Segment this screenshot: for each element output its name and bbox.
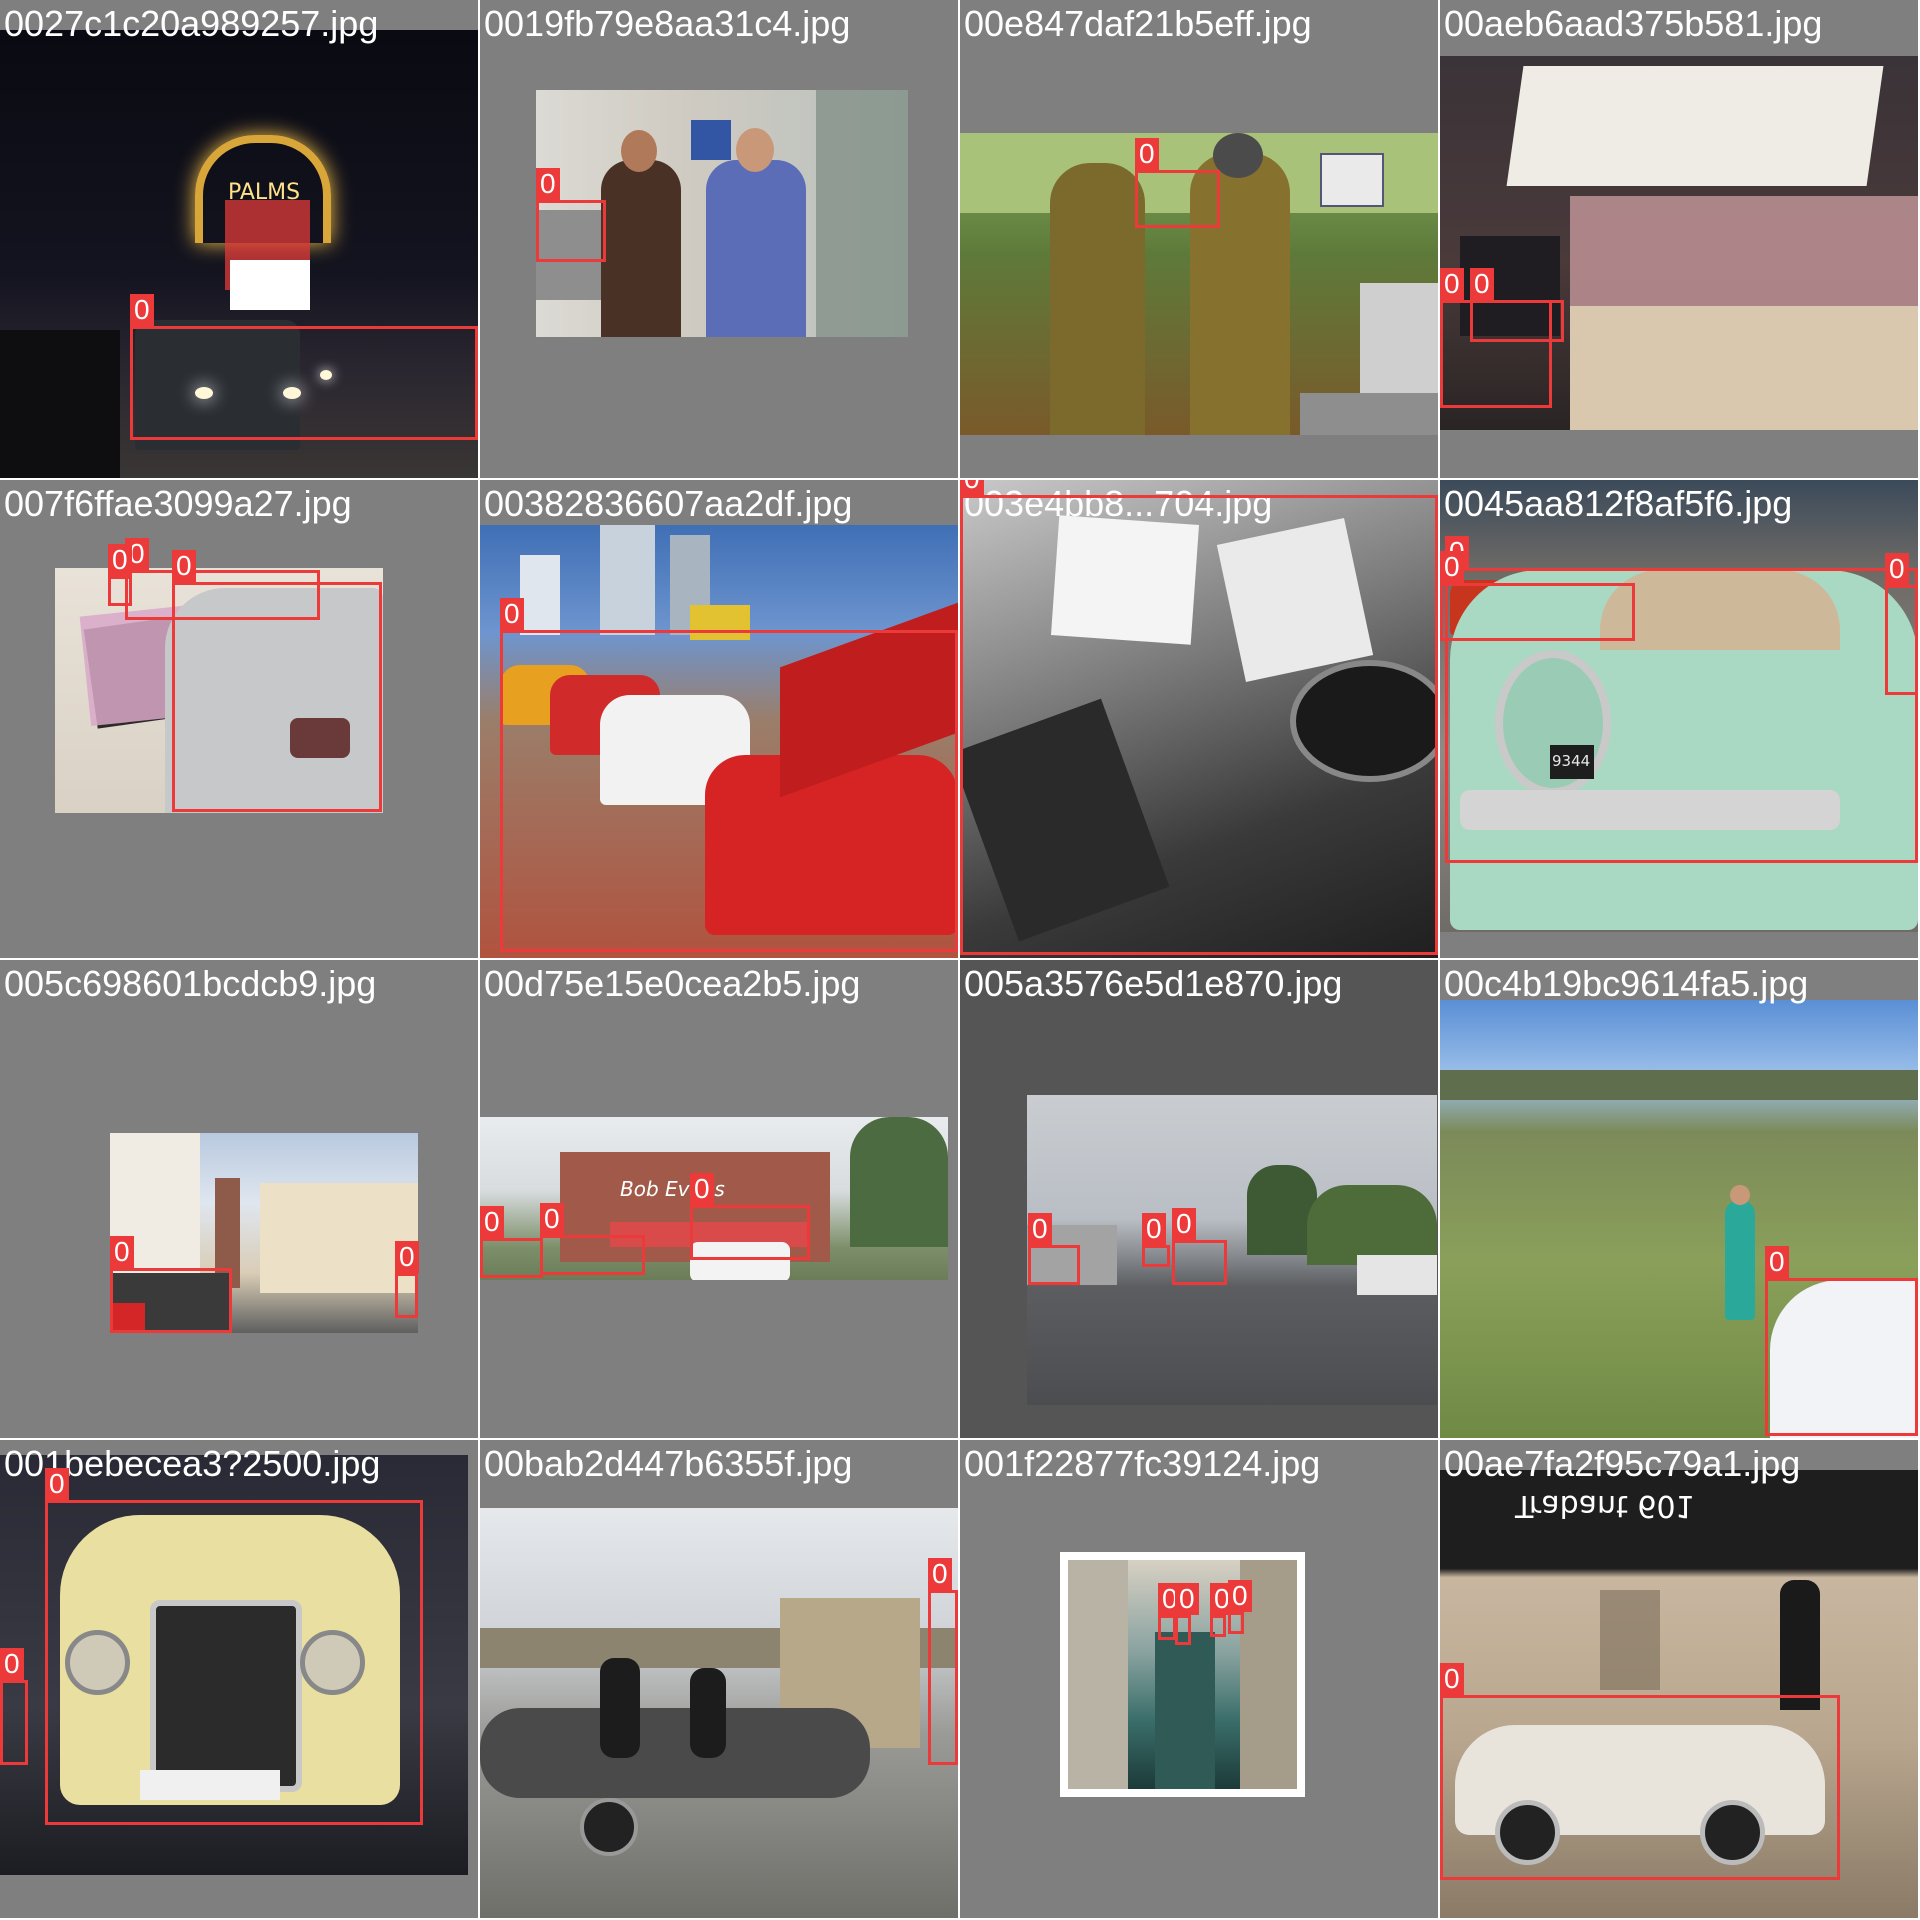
tile-4: 00aeb6aad375b581.jpg 0 0: [1440, 0, 1918, 478]
detection-box[interactable]: 0: [172, 550, 382, 812]
detection-box[interactable]: 0: [130, 294, 478, 440]
detection-box[interactable]: 0: [395, 1241, 419, 1318]
detection-box[interactable]: 0: [1228, 1580, 1252, 1634]
tile-filename: 00aeb6aad375b581.jpg: [1444, 3, 1823, 44]
tile-photo: [480, 1508, 958, 1918]
detection-label: 0: [1885, 553, 1909, 585]
detection-box[interactable]: 0: [110, 1236, 232, 1333]
detection-label: 0: [0, 1648, 24, 1680]
detection-box[interactable]: 0: [1210, 1583, 1234, 1637]
detection-label: 0: [108, 544, 132, 576]
tile-11: 005a3576e5d1e870.jpg 0 0 0: [960, 960, 1438, 1438]
tile-8: 9344 0045aa812f8af5f6.jpg 0 0 0: [1440, 480, 1918, 958]
detection-label: 0: [1175, 1583, 1199, 1615]
detection-label: 0: [110, 1236, 134, 1268]
detection-label: 0: [395, 1241, 419, 1273]
tile-filename: 00382836607aa2df.jpg: [484, 483, 853, 524]
tile-filename: 00e847daf21b5eff.jpg: [964, 3, 1312, 44]
tile-3: 00e847daf21b5eff.jpg 0: [960, 0, 1438, 478]
tile-filename: 00bab2d447b6355f.jpg: [484, 1443, 853, 1484]
detection-box[interactable]: 0: [928, 1558, 958, 1765]
detection-box[interactable]: 0: [1158, 1583, 1182, 1640]
detection-box[interactable]: 0: [0, 1648, 28, 1765]
tile-2: 0019fb79e8aa31c4.jpg 0: [480, 0, 958, 478]
detection-label: 0: [1765, 1246, 1789, 1278]
tile-12: 00c4b19bc9614fa5.jpg 0: [1440, 960, 1918, 1438]
detection-label: 0: [500, 598, 524, 630]
tile-9: 005c698601bcdcb9.jpg 0 0: [0, 960, 478, 1438]
palms-sign: PALMS: [228, 180, 301, 205]
tile-filename: 00c4b19bc9614fa5.jpg: [1444, 963, 1809, 1004]
detection-box[interactable]: 0: [1142, 1213, 1170, 1267]
trabant-sign: Trabant 601: [1515, 1488, 1695, 1523]
detection-box[interactable]: 0: [1470, 268, 1564, 342]
tile-filename: 0027c1c20a989257.jpg: [4, 3, 379, 44]
tile-13: 001bebecea3?2500.jpg 0 0: [0, 1440, 478, 1918]
detection-label: 0: [1470, 268, 1494, 300]
detection-box[interactable]: 0: [1440, 551, 1635, 641]
detection-label: 0: [1440, 551, 1464, 583]
tile-filename: 0045aa812f8af5f6.jpg: [1444, 483, 1793, 524]
tile-5: 007f6ffae3099a27.jpg 0 0 0: [0, 480, 478, 958]
detection-box[interactable]: 0: [500, 598, 958, 952]
tile-6: 00382836607aa2df.jpg 0: [480, 480, 958, 958]
detection-box[interactable]: 0: [690, 1173, 810, 1260]
detection-box[interactable]: 0: [1175, 1583, 1199, 1645]
tile-filename: 001f22877fc39124.jpg: [964, 1443, 1321, 1484]
tile-16: Trabant 601 00ae7fa2f95c79a1.jpg 0: [1440, 1440, 1918, 1918]
detection-label: 0: [540, 1203, 564, 1235]
detection-box[interactable]: 0: [480, 1206, 543, 1278]
tile-filename: 00ae7fa2f95c79a1.jpg: [1444, 1443, 1801, 1484]
detection-label: 0: [1172, 1208, 1196, 1240]
detection-label: 0: [1028, 1213, 1052, 1245]
detection-box[interactable]: 0: [1135, 138, 1220, 228]
tile-7: 003e4bb8...704.jpg 0: [960, 480, 1438, 958]
mosaic-grid: PALMS 0027c1c20a989257.jpg 0 0019fb79e8a…: [0, 0, 1920, 1920]
detection-label: 0: [172, 550, 196, 582]
tile-15: 001f22877fc39124.jpg 0 0 0 0: [960, 1440, 1438, 1918]
detection-label: 0: [130, 294, 154, 326]
detection-box[interactable]: 0: [540, 1203, 645, 1275]
detection-label: 0: [536, 168, 560, 200]
detection-box[interactable]: 0: [536, 168, 606, 262]
detection-label: 0: [45, 1468, 69, 1500]
tile-photo: [1027, 1095, 1437, 1405]
detection-label: 0: [480, 1206, 504, 1238]
tile-filename: 00d75e15e0cea2b5.jpg: [484, 963, 861, 1004]
tile-14: 00bab2d447b6355f.jpg 0: [480, 1440, 958, 1918]
detection-label: 0: [1135, 138, 1159, 170]
tile-1: PALMS 0027c1c20a989257.jpg 0: [0, 0, 478, 478]
detection-box[interactable]: 0: [1440, 1663, 1840, 1880]
detection-box[interactable]: 0: [108, 544, 132, 606]
detection-label: 0: [960, 480, 984, 495]
detection-label: 0: [1228, 1580, 1252, 1612]
detection-box[interactable]: 0: [1885, 553, 1918, 695]
detection-label: 0: [1440, 1663, 1464, 1695]
detection-box[interactable]: 0: [1028, 1213, 1080, 1285]
tile-filename: 0019fb79e8aa31c4.jpg: [484, 3, 851, 44]
tile-filename: 005a3576e5d1e870.jpg: [964, 963, 1343, 1004]
detection-label: 0: [928, 1558, 952, 1590]
tile-filename: 007f6ffae3099a27.jpg: [4, 483, 352, 524]
detection-label: 0: [1440, 268, 1464, 300]
tile-filename: 005c698601bcdcb9.jpg: [4, 963, 377, 1004]
detection-label: 0: [1142, 1213, 1166, 1245]
detection-box[interactable]: 0: [960, 480, 1438, 955]
detection-box[interactable]: 0: [1765, 1246, 1918, 1436]
detection-box[interactable]: 0: [45, 1468, 423, 1825]
detection-box[interactable]: 0: [1172, 1208, 1227, 1285]
detection-label: 0: [690, 1173, 714, 1205]
tile-10: Bob Evans 00d75e15e0cea2b5.jpg 0 0 0: [480, 960, 958, 1438]
